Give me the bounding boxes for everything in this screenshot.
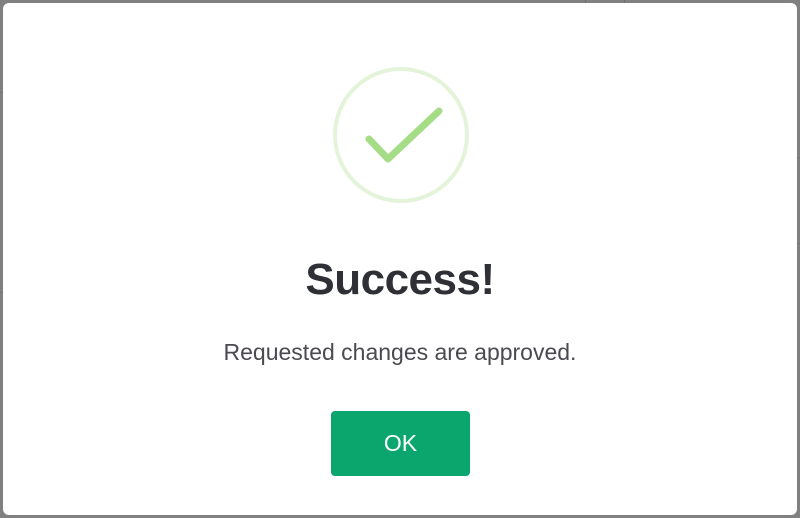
dialog-title: Success! [305, 255, 495, 304]
dialog-message: Requested changes are approved. [223, 339, 577, 365]
success-icon-circle [333, 67, 469, 203]
ok-button[interactable]: OK [331, 411, 470, 476]
success-dialog: Success! Requested changes are approved.… [3, 3, 797, 515]
check-mark-icon [365, 107, 443, 163]
